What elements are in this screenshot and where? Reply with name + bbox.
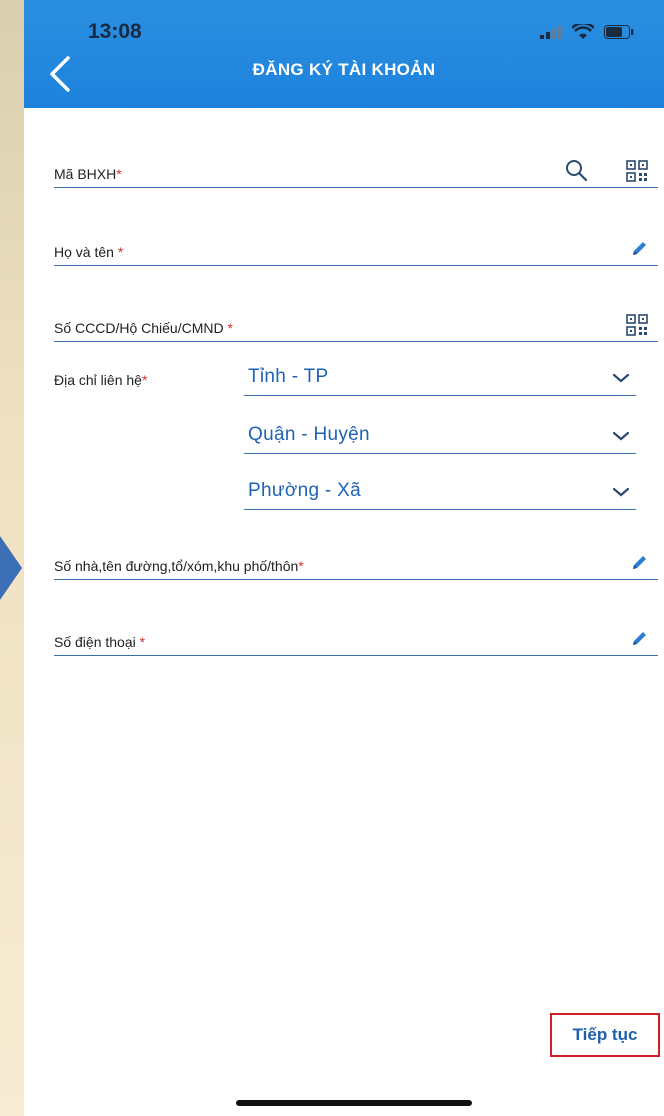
status-icons xyxy=(540,24,634,40)
phone-number-underline xyxy=(54,654,658,656)
district-underline xyxy=(244,452,636,454)
required-mark: * xyxy=(116,166,122,182)
battery-icon xyxy=(604,25,634,39)
id-number-underline xyxy=(54,340,658,342)
chevron-down-icon xyxy=(612,373,630,383)
pencil-icon[interactable] xyxy=(630,554,648,572)
wifi-icon xyxy=(572,24,594,39)
page-title: ĐĂNG KÝ TÀI KHOẢN xyxy=(252,60,436,79)
ward-underline xyxy=(244,508,636,510)
ward-select[interactable]: Phường - Xã xyxy=(244,466,636,510)
id-number-label: Số CCCD/Hộ Chiếu/CMND * xyxy=(54,320,233,336)
required-mark: * xyxy=(117,244,124,260)
status-time: 13:08 xyxy=(88,20,142,43)
bhxh-underline xyxy=(54,186,658,188)
home-indicator xyxy=(236,1100,472,1106)
chevron-down-icon xyxy=(612,431,630,441)
continue-button[interactable]: Tiếp tục xyxy=(550,1013,660,1057)
phone-number-field[interactable]: Số điện thoại * xyxy=(54,618,658,656)
qr-code-icon[interactable] xyxy=(626,160,648,182)
ward-value: Phường - Xã xyxy=(248,480,361,501)
full-name-label: Họ và tên * xyxy=(54,244,124,260)
required-mark: * xyxy=(298,558,304,574)
app-header: 13:08 ĐĂNG KÝ TÀI KHOẢN xyxy=(24,0,664,108)
full-name-underline xyxy=(54,264,658,266)
chevron-down-icon xyxy=(612,487,630,497)
street-address-field[interactable]: Số nhà,tên đường,tổ/xóm,khu phố/thôn* xyxy=(54,542,658,580)
phone-screen: 13:08 ĐĂNG KÝ TÀI KHOẢN Mã BHXH* Họ và t… xyxy=(24,0,664,1116)
bhxh-field[interactable]: Mã BHXH* xyxy=(54,150,658,188)
required-mark: * xyxy=(227,320,233,336)
province-underline xyxy=(244,394,636,396)
qr-code-icon[interactable] xyxy=(626,314,648,336)
district-value: Quận - Huyện xyxy=(248,424,370,445)
bhxh-label: Mã BHXH* xyxy=(54,166,122,182)
street-address-underline xyxy=(54,578,658,580)
phone-number-label: Số điện thoại * xyxy=(54,634,146,650)
id-number-field[interactable]: Số CCCD/Hộ Chiếu/CMND * xyxy=(54,304,658,342)
street-address-label: Số nhà,tên đường,tổ/xóm,khu phố/thôn* xyxy=(54,558,304,574)
signal-icon xyxy=(540,26,562,39)
required-mark: * xyxy=(141,372,148,388)
arrow-pointer-icon xyxy=(0,536,22,600)
pencil-icon[interactable] xyxy=(630,630,648,648)
address-label: Địa chỉ liên hệ* xyxy=(54,372,148,388)
search-icon[interactable] xyxy=(564,158,588,182)
district-select[interactable]: Quận - Huyện xyxy=(244,410,636,454)
province-select[interactable]: Tỉnh - TP xyxy=(244,352,636,396)
pencil-icon[interactable] xyxy=(630,240,648,258)
full-name-field[interactable]: Họ và tên * xyxy=(54,228,658,266)
required-mark: * xyxy=(139,634,146,650)
province-value: Tỉnh - TP xyxy=(248,366,329,387)
